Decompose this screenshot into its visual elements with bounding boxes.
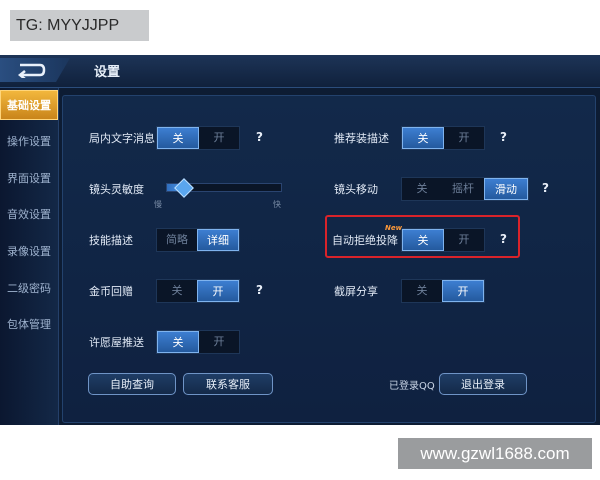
contact-service-button[interactable]: 联系客服 — [183, 373, 273, 395]
sidebar-item-sound[interactable]: 音效设置 — [0, 200, 58, 230]
camera-move-off-option[interactable]: 关 — [402, 178, 442, 200]
wish-push-off-option[interactable]: 关 — [157, 331, 199, 353]
auto-reject-surrender-label: 自动拒绝投降 — [332, 234, 398, 247]
chat-off-option[interactable]: 关 — [157, 127, 199, 149]
gold-return-help-icon[interactable]: ? — [256, 283, 263, 297]
skill-desc-brief-option[interactable]: 简略 — [157, 229, 197, 251]
watermark-bottom: www.gzwl1688.com — [398, 438, 592, 469]
back-button[interactable] — [0, 58, 70, 82]
gold-return-toggle: 关 开 — [156, 279, 240, 303]
screenshot-share-label: 截屏分享 — [334, 285, 378, 298]
self-help-button[interactable]: 自助查询 — [88, 373, 176, 395]
logout-button[interactable]: 退出登录 — [439, 373, 527, 395]
sidebar-item-controls[interactable]: 操作设置 — [0, 127, 58, 157]
page-title: 设置 — [94, 65, 121, 80]
auto-reject-help-icon[interactable]: ? — [500, 232, 507, 246]
sidebar-item-package[interactable]: 包体管理 — [0, 310, 58, 340]
screenshot-share-off-option[interactable]: 关 — [402, 280, 442, 302]
wish-push-label: 许愿屋推送 — [89, 336, 144, 349]
camera-sensitivity-label: 镜头灵敏度 — [89, 183, 144, 196]
gold-return-off-option[interactable]: 关 — [157, 280, 197, 302]
recommend-gear-toggle: 关 开 — [401, 126, 485, 150]
camera-move-toggle: 关 摇杆 滑动 — [401, 177, 529, 201]
login-status: 已登录QQ — [389, 381, 435, 392]
recommend-gear-off-option[interactable]: 关 — [402, 127, 444, 149]
top-bar: 设置 — [0, 55, 600, 88]
chat-label: 局内文字消息 — [89, 132, 155, 145]
slider-min-label: 慢 — [154, 200, 162, 209]
new-badge: New — [385, 224, 403, 232]
back-arrow-icon — [17, 63, 46, 78]
chat-on-option[interactable]: 开 — [199, 127, 239, 149]
sidebar-item-replay[interactable]: 录像设置 — [0, 237, 58, 267]
chat-toggle: 关 开 — [156, 126, 240, 150]
auto-reject-surrender-toggle: 关 开 — [401, 228, 485, 252]
sidebar: 基础设置 操作设置 界面设置 音效设置 录像设置 二级密码 包体管理 — [0, 88, 59, 425]
sidebar-item-interface[interactable]: 界面设置 — [0, 164, 58, 194]
screenshot-share-on-option[interactable]: 开 — [442, 280, 484, 302]
screenshot-share-toggle: 关 开 — [401, 279, 485, 303]
wish-push-on-option[interactable]: 开 — [199, 331, 239, 353]
gold-return-label: 金币回赠 — [89, 285, 133, 298]
camera-move-joystick-option[interactable]: 摇杆 — [442, 178, 484, 200]
recommend-gear-label: 推荐装描述 — [334, 132, 389, 145]
wish-push-toggle: 关 开 — [156, 330, 240, 354]
sidebar-item-secondary-password[interactable]: 二级密码 — [0, 274, 58, 304]
skill-desc-detail-option[interactable]: 详细 — [197, 229, 239, 251]
auto-reject-off-option[interactable]: 关 — [402, 229, 444, 251]
camera-move-label: 镜头移动 — [334, 183, 378, 196]
camera-move-swipe-option[interactable]: 滑动 — [484, 178, 528, 200]
sidebar-item-basic[interactable]: 基础设置 — [0, 90, 58, 120]
skill-desc-toggle: 简略 详细 — [156, 228, 240, 252]
gold-return-on-option[interactable]: 开 — [197, 280, 239, 302]
camera-move-help-icon[interactable]: ? — [542, 181, 549, 195]
auto-reject-on-option[interactable]: 开 — [444, 229, 484, 251]
skill-desc-label: 技能描述 — [89, 234, 133, 247]
chat-help-icon[interactable]: ? — [256, 130, 263, 144]
slider-max-label: 快 — [273, 200, 281, 209]
recommend-gear-help-icon[interactable]: ? — [500, 130, 507, 144]
recommend-gear-on-option[interactable]: 开 — [444, 127, 484, 149]
watermark-top: TG: MYYJJPP — [10, 10, 149, 41]
